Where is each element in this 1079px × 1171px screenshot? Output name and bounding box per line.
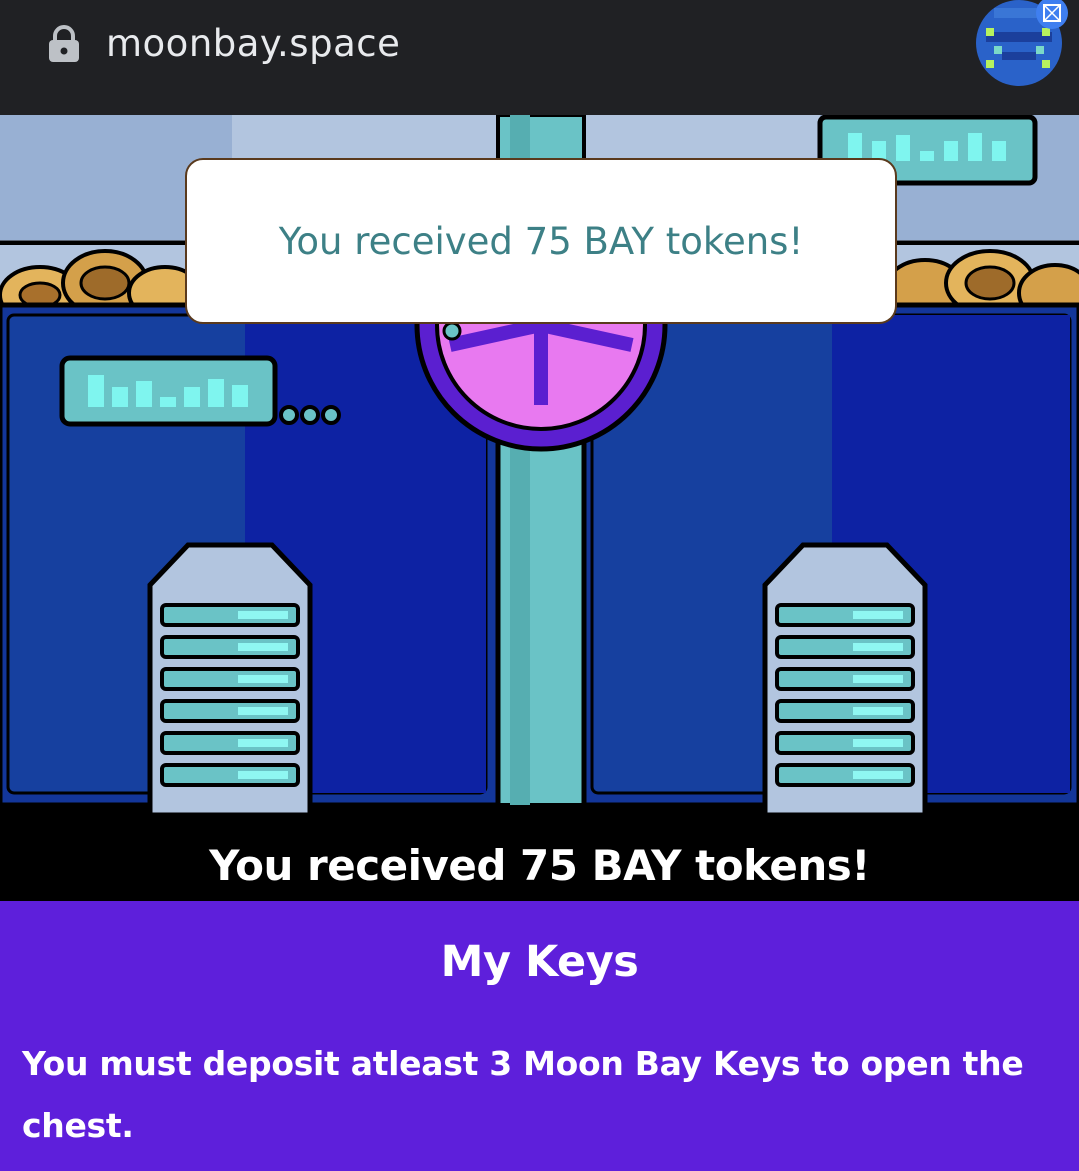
- lock-icon: [49, 25, 79, 62]
- server-rack-left: [147, 542, 313, 818]
- wallet-extension-icon[interactable]: [1030, 0, 1074, 30]
- my-keys-section: My Keys You must deposit atleast 3 Moon …: [0, 901, 1079, 1171]
- deposit-notice: You must deposit atleast 3 Moon Bay Keys…: [22, 1044, 1024, 1145]
- token-toast: You received 75 BAY tokens!: [185, 158, 897, 324]
- my-keys-title: My Keys: [440, 937, 639, 987]
- url-text[interactable]: moonbay.space: [106, 22, 400, 65]
- toast-message: You received 75 BAY tokens!: [278, 219, 804, 263]
- server-rack-right: [762, 542, 928, 818]
- browser-url-bar[interactable]: moonbay.space: [0, 0, 1079, 115]
- reward-message: You received 75 BAY tokens!: [209, 840, 870, 890]
- reward-banner: You received 75 BAY tokens!: [0, 829, 1079, 901]
